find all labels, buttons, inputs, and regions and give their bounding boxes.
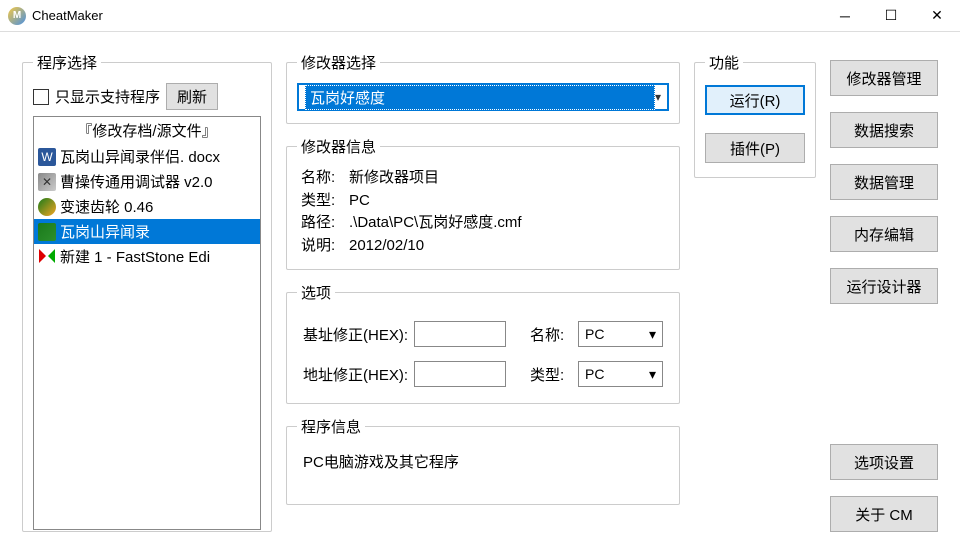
list-item-label: 瓦岗山异闻录伴侣. docx	[60, 146, 220, 167]
info-label: 名称:	[301, 167, 349, 190]
only-supported-checkbox[interactable]	[33, 89, 49, 105]
plugin-button[interactable]: 插件(P)	[705, 133, 805, 163]
opt-type-label: 类型:	[530, 364, 572, 385]
list-item[interactable]: 瓦岗山异闻录	[34, 219, 260, 244]
select-value: PC	[585, 366, 604, 382]
program-info-legend: 程序信息	[297, 416, 365, 437]
docx-icon: W	[38, 148, 56, 166]
file-list-header: 『修改存档/源文件』	[34, 117, 260, 144]
modifier-info-group: 修改器信息 名称:新修改器项目 类型:PC 路径:.\Data\PC\瓦岗好感度…	[286, 136, 680, 270]
function-legend: 功能	[705, 52, 743, 73]
close-button[interactable]: ✕	[914, 0, 960, 32]
data-search-button[interactable]: 数据搜索	[830, 112, 938, 148]
speedgear-icon	[38, 198, 56, 216]
info-label: 说明:	[301, 235, 349, 258]
game-icon	[38, 223, 56, 241]
program-info-group: 程序信息 PC电脑游戏及其它程序	[286, 416, 680, 505]
window-controls: ─ ☐ ✕	[822, 0, 960, 32]
program-select-group: 程序选择 只显示支持程序 刷新 『修改存档/源文件』 W 瓦岗山异闻录伴侣. d…	[22, 52, 272, 532]
select-value: PC	[585, 326, 604, 342]
opt-name-label: 名称:	[530, 324, 572, 345]
run-button[interactable]: 运行(R)	[705, 85, 805, 115]
info-value: 新修改器项目	[349, 167, 439, 190]
modifier-select-legend: 修改器选择	[297, 52, 380, 73]
only-supported-label: 只显示支持程序	[55, 86, 160, 107]
combobox-value: 瓦岗好感度	[305, 85, 655, 110]
program-info-text: PC电脑游戏及其它程序	[297, 447, 669, 492]
options-legend: 选项	[297, 282, 335, 303]
info-value: PC	[349, 190, 370, 213]
file-list[interactable]: 『修改存档/源文件』 W 瓦岗山异闻录伴侣. docx ✕ 曹操传通用调试器 v…	[33, 116, 261, 530]
info-value: 2012/02/10	[349, 235, 424, 258]
addr-fix-label: 地址修正(HEX):	[303, 364, 408, 385]
maximize-button[interactable]: ☐	[868, 0, 914, 32]
run-designer-button[interactable]: 运行设计器	[830, 268, 938, 304]
chevron-down-icon: ▾	[649, 366, 656, 383]
modifier-combobox[interactable]: 瓦岗好感度 ▾	[297, 83, 669, 111]
opt-name-select[interactable]: PC ▾	[578, 321, 663, 347]
about-button[interactable]: 关于 CM	[830, 496, 938, 532]
info-value: .\Data\PC\瓦岗好感度.cmf	[349, 212, 522, 235]
list-item-label: 曹操传通用调试器 v2.0	[60, 171, 213, 192]
refresh-button[interactable]: 刷新	[166, 83, 218, 110]
app-title: CheatMaker	[32, 8, 822, 23]
data-manage-button[interactable]: 数据管理	[830, 164, 938, 200]
chevron-down-icon: ▾	[649, 326, 656, 343]
tool-icon: ✕	[38, 173, 56, 191]
faststone-icon	[38, 248, 56, 266]
list-item[interactable]: 变速齿轮 0.46	[34, 194, 260, 219]
base-fix-label: 基址修正(HEX):	[303, 324, 408, 345]
titlebar: M CheatMaker ─ ☐ ✕	[0, 0, 960, 32]
modifier-info-legend: 修改器信息	[297, 136, 380, 157]
list-item[interactable]: ✕ 曹操传通用调试器 v2.0	[34, 169, 260, 194]
memory-edit-button[interactable]: 内存编辑	[830, 216, 938, 252]
modifier-manager-button[interactable]: 修改器管理	[830, 60, 938, 96]
chevron-down-icon: ▾	[655, 90, 661, 104]
base-fix-input[interactable]	[414, 321, 506, 347]
modifier-select-group: 修改器选择 瓦岗好感度 ▾	[286, 52, 680, 124]
options-settings-button[interactable]: 选项设置	[830, 444, 938, 480]
list-item[interactable]: W 瓦岗山异闻录伴侣. docx	[34, 144, 260, 169]
minimize-button[interactable]: ─	[822, 0, 868, 32]
program-select-legend: 程序选择	[33, 52, 101, 73]
function-group: 功能 运行(R) 插件(P)	[694, 52, 816, 178]
list-item-label: 瓦岗山异闻录	[60, 221, 150, 242]
list-item-label: 新建 1 - FastStone Edi	[60, 246, 210, 267]
info-label: 路径:	[301, 212, 349, 235]
info-label: 类型:	[301, 190, 349, 213]
options-group: 选项 基址修正(HEX): 名称: PC ▾ 地址修正(HEX): 类型:	[286, 282, 680, 404]
addr-fix-input[interactable]	[414, 361, 506, 387]
list-item-label: 变速齿轮 0.46	[60, 196, 153, 217]
opt-type-select[interactable]: PC ▾	[578, 361, 663, 387]
list-item[interactable]: 新建 1 - FastStone Edi	[34, 244, 260, 269]
app-icon: M	[8, 7, 26, 25]
